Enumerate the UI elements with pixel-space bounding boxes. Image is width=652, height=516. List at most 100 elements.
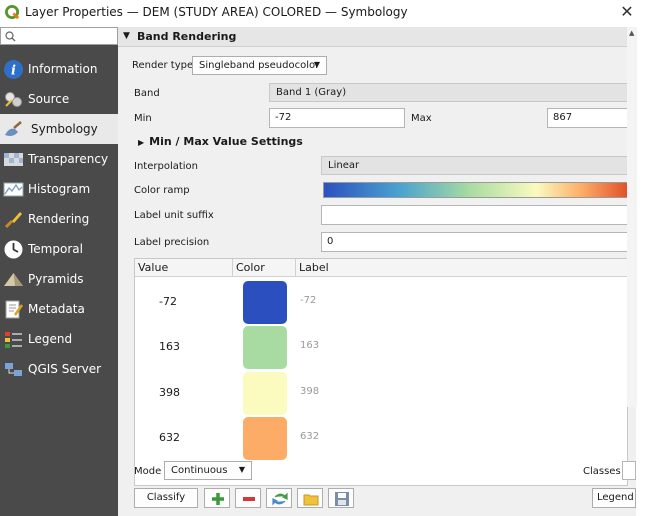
metadata-icon (5, 300, 24, 319)
reverse-order-button[interactable] (266, 488, 292, 508)
rendering-icon (4, 212, 22, 229)
min-field[interactable]: -72 (269, 108, 405, 128)
table-row[interactable]: 163 163 (135, 325, 627, 370)
table-row[interactable]: 398 398 (135, 371, 627, 416)
mode-combo[interactable]: Continuous ▼ (164, 461, 252, 480)
search-icon (5, 31, 16, 42)
sidebar-item-transparency[interactable]: Transparency (0, 144, 118, 174)
class-value: -72 (159, 295, 177, 308)
scroll-up-arrow-icon[interactable]: ▲ (629, 29, 634, 37)
max-value: 867 (553, 112, 573, 123)
sidebar-item-label: Metadata (28, 302, 85, 316)
class-color-swatch[interactable] (243, 281, 287, 324)
folder-icon (303, 494, 319, 506)
swap-arrows-icon (272, 492, 288, 506)
class-label: -72 (300, 295, 317, 306)
pyramids-icon (4, 273, 23, 286)
sidebar-item-temporal[interactable]: Temporal (0, 234, 118, 264)
sidebar-item-information[interactable]: i Information (0, 54, 118, 84)
expand-arrow-icon: ▶ (138, 138, 145, 147)
color-classes-table: Value Color Label -72 -72 163 163 398 39… (134, 258, 628, 486)
sidebar-item-label: QGIS Server (28, 362, 102, 376)
interpolation-label: Interpolation (134, 161, 198, 172)
class-color-swatch[interactable] (243, 326, 287, 369)
column-header-label[interactable]: Label (295, 259, 329, 277)
sidebar-item-metadata[interactable]: Metadata (0, 294, 118, 324)
class-color-swatch[interactable] (243, 372, 287, 415)
column-header-value[interactable]: Value (138, 261, 168, 274)
label-precision-value: 0 (327, 236, 334, 247)
class-value: 163 (159, 340, 180, 353)
table-row[interactable]: -72 -72 (135, 280, 627, 325)
sidebar-item-label: Temporal (28, 242, 83, 256)
qgis-logo-icon (5, 5, 20, 20)
class-value: 398 (159, 386, 180, 399)
source-icon (5, 92, 22, 107)
color-ramp-label: Color ramp (134, 185, 190, 196)
add-class-button[interactable] (204, 488, 230, 508)
close-button[interactable]: ✕ (619, 2, 635, 21)
band-rendering-header[interactable]: ▼ Band Rendering (118, 27, 636, 47)
window-title: Layer Properties — DEM (STUDY AREA) COLO… (25, 5, 408, 19)
plus-icon (212, 493, 224, 505)
vertical-scrollbar[interactable]: ▲ (627, 27, 637, 407)
band-combo[interactable]: Band 1 (Gray) (269, 83, 628, 102)
class-value: 632 (159, 431, 180, 444)
class-label: 163 (300, 340, 320, 351)
sidebar-item-label: Transparency (28, 152, 109, 166)
color-ramp-button[interactable] (323, 182, 628, 198)
information-icon: i (4, 60, 23, 79)
sidebar-item-legend[interactable]: Legend (0, 324, 118, 354)
minus-icon (243, 497, 255, 501)
render-type-combo[interactable]: Singleband pseudocolor ▼ (192, 56, 327, 75)
class-color-swatch[interactable] (243, 417, 287, 460)
sidebar: i Information Source Symbology Transpare… (0, 27, 118, 516)
render-type-label: Render type (132, 60, 194, 71)
interpolation-value: Linear (328, 160, 360, 171)
label-unit-suffix-field[interactable] (321, 205, 628, 225)
table-header: Value Color Label (135, 259, 627, 277)
label-precision-spinbox[interactable]: 0 (321, 232, 628, 252)
minmax-settings-title: Min / Max Value Settings (149, 135, 303, 148)
search-input[interactable] (0, 27, 118, 45)
load-from-file-button[interactable] (297, 488, 323, 508)
classes-label: Classes (583, 466, 621, 477)
symbology-icon (5, 121, 22, 136)
min-value: -72 (275, 112, 292, 123)
save-to-file-button[interactable] (328, 488, 354, 508)
sidebar-item-label: Source (28, 92, 70, 106)
interpolation-combo[interactable]: Linear (321, 156, 628, 175)
sidebar-item-qgis-server[interactable]: QGIS Server (0, 354, 118, 384)
classes-spinbox[interactable] (622, 461, 636, 480)
label-unit-suffix-label: Label unit suffix (134, 210, 214, 221)
sidebar-item-histogram[interactable]: Histogram (0, 174, 118, 204)
legend-icon (5, 332, 22, 348)
histogram-icon (3, 182, 24, 197)
band-label: Band (134, 88, 160, 99)
mode-value: Continuous (171, 465, 228, 476)
sidebar-item-label: Histogram (28, 182, 91, 196)
column-header-color[interactable]: Color (232, 259, 265, 277)
sidebar-item-symbology[interactable]: Symbology (0, 114, 118, 144)
sidebar-item-label: Symbology (31, 122, 98, 136)
transparency-icon (4, 153, 23, 166)
sidebar-item-rendering[interactable]: Rendering (0, 204, 118, 234)
max-label: Max (411, 113, 432, 124)
chevron-down-icon: ▼ (313, 60, 320, 69)
remove-class-button[interactable] (235, 488, 261, 508)
minmax-settings-header[interactable]: ▶ Min / Max Value Settings (138, 135, 303, 148)
title-bar: Layer Properties — DEM (STUDY AREA) COLO… (0, 0, 652, 26)
max-field[interactable]: 867 (547, 108, 628, 128)
legend-settings-button[interactable]: Legend (592, 488, 636, 508)
classify-button[interactable]: Classify (134, 488, 198, 508)
sidebar-item-label: Rendering (28, 212, 90, 226)
table-row[interactable]: 632 632 (135, 416, 627, 461)
label-precision-label: Label precision (134, 237, 210, 248)
chevron-down-icon: ▼ (238, 465, 245, 474)
sidebar-item-pyramids[interactable]: Pyramids (0, 264, 118, 294)
render-type-value: Singleband pseudocolor (199, 60, 320, 71)
sidebar-item-source[interactable]: Source (0, 84, 118, 114)
class-label: 398 (300, 386, 320, 397)
band-rendering-title: Band Rendering (137, 30, 237, 43)
temporal-icon (4, 240, 23, 259)
